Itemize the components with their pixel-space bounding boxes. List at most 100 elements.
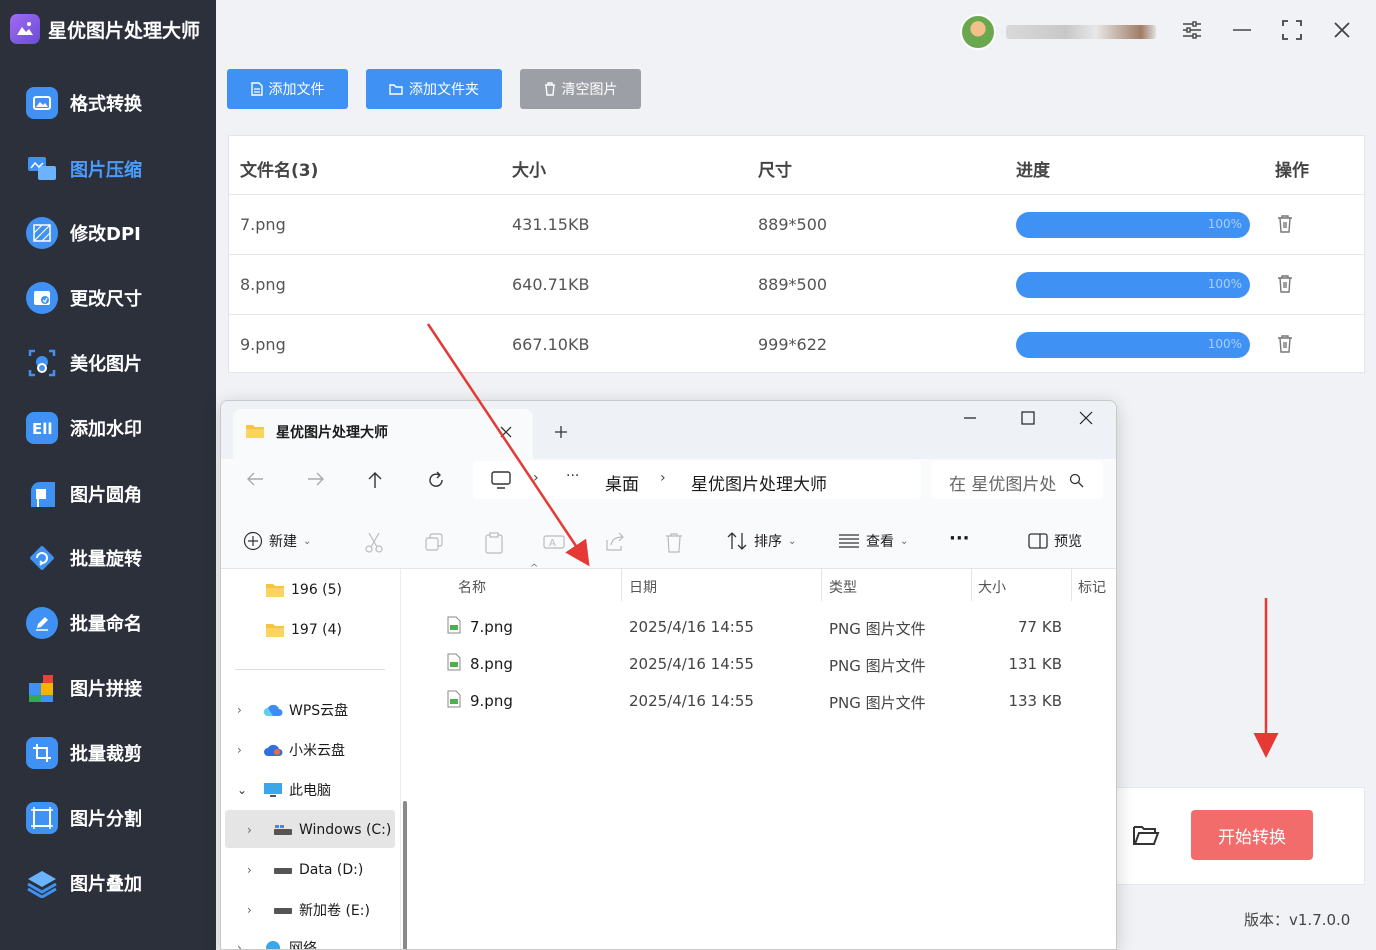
tree-folder-item[interactable]: 196 (5)	[265, 572, 342, 608]
sidebar-item-label: 美化图片	[70, 354, 142, 375]
column-header-name[interactable]: 名称	[458, 577, 486, 597]
up-arrow-icon[interactable]	[367, 471, 383, 489]
view-button[interactable]: 查看 ⌄	[838, 531, 908, 551]
avatar[interactable]	[960, 14, 996, 50]
tree-item-this-pc[interactable]: ⌄ 此电脑	[237, 772, 331, 808]
resize-icon	[26, 282, 58, 314]
sidebar-item-puzzle[interactable]: 图片拼接	[0, 662, 216, 714]
open-folder-icon[interactable]	[1131, 820, 1161, 850]
forward-arrow-icon[interactable]	[307, 471, 325, 487]
add-folder-button[interactable]: 添加文件夹	[366, 69, 502, 109]
cut-icon[interactable]	[364, 532, 384, 554]
new-tab-icon[interactable]	[554, 425, 568, 439]
minimize-icon[interactable]	[963, 411, 977, 425]
png-file-icon	[447, 616, 461, 634]
minimize-icon[interactable]	[1228, 16, 1256, 44]
column-separator[interactable]	[821, 569, 822, 601]
sidebar-item-layers[interactable]: 图片叠加	[0, 857, 216, 909]
column-separator[interactable]	[971, 569, 972, 601]
sort-button[interactable]: 排序 ⌄	[726, 531, 796, 551]
rename-icon[interactable]: A	[543, 532, 565, 552]
list-item[interactable]: 7.png 2025/4/16 14:55 PNG 图片文件 77 KB	[417, 609, 1116, 646]
sidebar-item-watermark[interactable]: Ell 添加水印	[0, 402, 216, 454]
breadcrumb-item[interactable]: 桌面	[605, 470, 639, 495]
close-icon[interactable]	[1328, 16, 1356, 44]
close-icon[interactable]	[1079, 411, 1093, 425]
back-arrow-icon[interactable]	[246, 471, 264, 487]
chevron-right-icon: ›	[237, 703, 242, 717]
delete-icon[interactable]	[664, 532, 684, 554]
sidebar-item-beautify[interactable]: 美化图片	[0, 337, 216, 389]
sidebar-item-image-compress[interactable]: 图片压缩	[0, 143, 216, 195]
explorer-tab[interactable]: 星优图片处理大师	[233, 409, 533, 459]
settings-icon[interactable]	[1178, 16, 1206, 44]
table-row[interactable]: 7.png 431.15KB 889*500 100%	[229, 194, 1364, 254]
breadcrumb-item[interactable]: 星优图片处理大师	[691, 470, 827, 495]
sidebar-item-format-convert[interactable]: 格式转换	[0, 77, 216, 129]
column-header-dimensions[interactable]: 尺寸	[758, 156, 792, 181]
sidebar-item-crop[interactable]: 批量裁剪	[0, 727, 216, 779]
column-header-name[interactable]: 文件名(3)	[240, 156, 318, 181]
tree-item-drive-d[interactable]: › Data (D:)	[247, 852, 363, 888]
file-size: 431.15KB	[512, 215, 590, 234]
search-icon[interactable]	[1069, 473, 1084, 488]
sidebar-item-split[interactable]: 图片分割	[0, 792, 216, 844]
delete-icon[interactable]	[1277, 335, 1293, 353]
column-header-type[interactable]: 类型	[829, 577, 857, 597]
tree-folder-item[interactable]: 197 (4)	[265, 612, 342, 648]
user-info[interactable]	[960, 14, 1156, 50]
tree-item-mi-cloud[interactable]: › 小米云盘	[237, 732, 345, 768]
more-options-button[interactable]: ···	[949, 528, 970, 549]
column-header-progress[interactable]: 进度	[1016, 156, 1050, 181]
sidebar-item-label: 图片分割	[70, 809, 142, 830]
delete-icon[interactable]	[1277, 215, 1293, 233]
preview-button[interactable]: 预览	[1028, 531, 1082, 551]
new-button[interactable]: 新建 ⌄	[243, 531, 311, 551]
navigation-pane: 196 (5) 197 (4) › WPS云盘 › 小米云盘 ⌄ 此电脑 › W…	[221, 569, 407, 949]
column-separator[interactable]	[621, 569, 622, 601]
sidebar-item-dpi[interactable]: 修改DPI	[0, 207, 216, 259]
address-bar[interactable]: › ··· 桌面 › 星优图片处理大师	[473, 461, 921, 499]
table-row[interactable]: 8.png 640.71KB 889*500 100%	[229, 254, 1364, 314]
refresh-icon[interactable]	[427, 471, 445, 489]
file-list-pane: ^ 名称 日期 类型 大小 标记 7.png 2025/4/16 14:55 P…	[417, 563, 1116, 949]
breadcrumb-more[interactable]: ···	[566, 468, 579, 484]
table-row[interactable]: 9.png 667.10KB 999*622 100%	[229, 314, 1364, 374]
column-header-tag[interactable]: 标记	[1078, 577, 1106, 597]
tree-item-drive-c[interactable]: › Windows (C:)	[247, 812, 391, 848]
tab-close-icon[interactable]	[499, 425, 513, 439]
share-icon[interactable]	[604, 532, 626, 552]
divider	[235, 669, 385, 670]
list-item[interactable]: 8.png 2025/4/16 14:55 PNG 图片文件 131 KB	[417, 646, 1116, 683]
column-separator[interactable]	[1071, 569, 1072, 601]
sidebar-item-rotate[interactable]: 批量旋转	[0, 532, 216, 584]
column-header-date[interactable]: 日期	[629, 577, 657, 597]
start-convert-button[interactable]: 开始转换	[1191, 810, 1313, 860]
add-file-button[interactable]: 添加文件	[227, 69, 348, 109]
tree-item-wps-cloud[interactable]: › WPS云盘	[237, 692, 348, 728]
paste-icon[interactable]	[484, 532, 504, 554]
column-header-size[interactable]: 大小	[978, 577, 1006, 597]
tree-item-network[interactable]: › 网络	[237, 930, 317, 949]
tree-item-drive-e[interactable]: › 新加卷 (E:)	[247, 892, 370, 928]
sidebar-item-rename[interactable]: 批量命名	[0, 597, 216, 649]
maximize-icon[interactable]	[1021, 411, 1035, 425]
view-list-icon	[839, 534, 859, 548]
sidebar-item-resize[interactable]: 更改尺寸	[0, 272, 216, 324]
svg-text:A: A	[549, 538, 556, 549]
watermark-icon: Ell	[26, 412, 58, 444]
list-item[interactable]: 9.png 2025/4/16 14:55 PNG 图片文件 133 KB	[417, 683, 1116, 720]
scrollbar-thumb[interactable]	[403, 801, 407, 949]
file-size: 640.71KB	[512, 275, 590, 294]
explorer-tab-bar: 星优图片处理大师	[221, 401, 1116, 459]
sidebar-item-label: 图片叠加	[70, 874, 142, 895]
puzzle-icon	[26, 672, 58, 704]
sidebar-item-label: 格式转换	[70, 94, 142, 115]
column-header-size[interactable]: 大小	[512, 156, 546, 181]
maximize-icon[interactable]	[1278, 16, 1306, 44]
delete-icon[interactable]	[1277, 275, 1293, 293]
copy-icon[interactable]	[424, 532, 444, 552]
clear-images-button[interactable]: 清空图片	[520, 69, 641, 109]
sidebar-item-rounded-corner[interactable]: 图片圆角	[0, 468, 216, 520]
search-input[interactable]: 在 星优图片处	[931, 461, 1103, 499]
